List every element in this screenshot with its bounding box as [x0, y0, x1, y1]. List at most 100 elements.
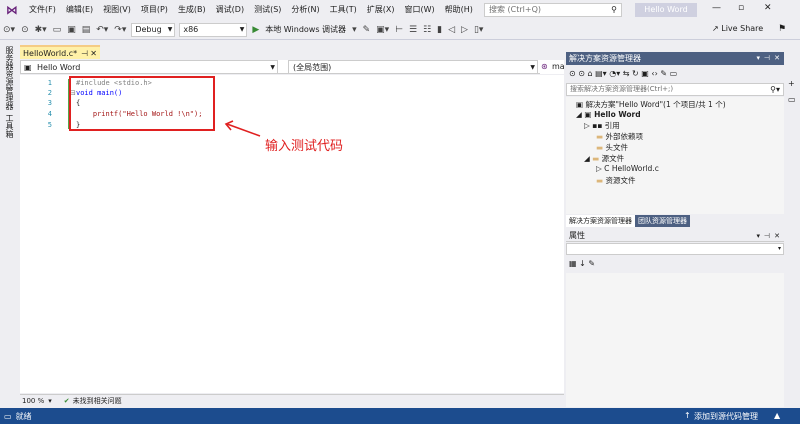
- member-dropdown[interactable]: ⊛ main: [540, 60, 564, 74]
- refresh-icon[interactable]: ↻: [632, 69, 639, 78]
- property-pages-icon[interactable]: ✎: [588, 259, 595, 268]
- code-icon[interactable]: ‹›: [651, 69, 657, 78]
- tree-item-solution[interactable]: ▣ 解决方案"Hello Word"(1 个项目/共 1 个): [576, 99, 726, 110]
- collapse-all-icon[interactable]: ▣: [641, 69, 649, 78]
- run-icon[interactable]: ▶: [249, 25, 262, 35]
- collapsed-icon: ▷: [584, 121, 590, 130]
- step-icon[interactable]: ⊢: [392, 25, 406, 35]
- menu-analyze[interactable]: 分析(N): [286, 4, 324, 15]
- menu-debug[interactable]: 调试(D): [211, 4, 249, 15]
- live-share-icon: ↗: [712, 24, 719, 33]
- save-icon[interactable]: ▣: [64, 25, 79, 35]
- pin-icon[interactable]: ⊣: [81, 47, 88, 61]
- server-explorer-tab[interactable]: 服务器资源管理器: [4, 46, 15, 110]
- menu-edit[interactable]: 编辑(E): [61, 4, 98, 15]
- menu-tools[interactable]: 工具(T): [325, 4, 362, 15]
- chevron-down-icon[interactable]: ▾: [44, 397, 52, 405]
- pin-icon[interactable]: ⊣: [761, 230, 770, 242]
- dropdown-icon[interactable]: ▾: [753, 52, 760, 65]
- tree-item-external-deps[interactable]: ▬ 外部依赖项: [596, 131, 643, 142]
- toolbox-tab[interactable]: 工具箱: [4, 114, 15, 138]
- tree-item-references[interactable]: ▷ ▪▪ 引用: [584, 120, 620, 131]
- feedback-icon[interactable]: ⚑: [778, 24, 786, 34]
- menu-project[interactable]: 项目(P): [136, 4, 173, 15]
- undo-icon[interactable]: ↶▾: [93, 25, 111, 35]
- tree-item-source-files[interactable]: ◢ ▬ 源文件: [584, 153, 624, 164]
- uncomment-icon[interactable]: ☷: [420, 25, 434, 35]
- hot-reload-icon[interactable]: ✎: [360, 25, 374, 35]
- camera-icon[interactable]: ▣▾: [373, 25, 392, 35]
- solution-search-input[interactable]: 搜索解决方案资源管理器(Ctrl+;) ⚲▾: [566, 83, 784, 96]
- menu-file[interactable]: 文件(F): [24, 4, 61, 15]
- forward-icon[interactable]: ⊙: [578, 69, 585, 78]
- zoom-level[interactable]: 100 %: [20, 397, 44, 405]
- status-icon: ▭: [4, 411, 12, 421]
- add-icon[interactable]: +: [788, 79, 795, 88]
- sync-icon[interactable]: ⇆: [623, 69, 630, 78]
- chevron-down-icon: ▼: [530, 64, 535, 71]
- close-icon[interactable]: ✕: [771, 52, 780, 65]
- menu-help[interactable]: 帮助(H): [440, 4, 478, 15]
- tree-item-header-files[interactable]: ▬ 头文件: [596, 142, 628, 153]
- new-project-icon[interactable]: ✱▾: [32, 25, 50, 35]
- comment-icon[interactable]: ☰: [406, 25, 420, 35]
- issues-status[interactable]: 未找到相关问题: [70, 396, 122, 406]
- back-icon[interactable]: ⊙▾: [0, 25, 18, 35]
- close-icon[interactable]: ✕: [764, 3, 772, 13]
- run-button[interactable]: 本地 Windows 调试器: [262, 24, 349, 35]
- project-dropdown[interactable]: ▣ Hello Word ▼: [20, 60, 278, 74]
- live-share-button[interactable]: ↗ Live Share: [712, 24, 763, 33]
- preview-icon[interactable]: ▭: [670, 69, 678, 78]
- menu-test[interactable]: 测试(S): [249, 4, 286, 15]
- search-input[interactable]: 搜索 (Ctrl+Q) ⚲: [484, 3, 622, 17]
- live-share-label: Live Share: [721, 24, 764, 33]
- dropdown-icon[interactable]: ▾: [753, 230, 760, 242]
- bookmark-icon[interactable]: ▮: [434, 25, 445, 35]
- scope-dropdown[interactable]: (全局范围) ▼: [288, 60, 538, 74]
- left-rail: 服务器资源管理器 工具箱: [0, 42, 19, 408]
- maximize-icon[interactable]: ▫: [738, 3, 744, 13]
- visual-studio-logo-icon[interactable]: ⋈: [0, 0, 24, 19]
- save-all-icon[interactable]: ▤: [79, 25, 94, 35]
- pending-changes-icon[interactable]: ◔▾: [609, 69, 620, 78]
- home-icon[interactable]: ⌂: [588, 69, 593, 78]
- bookmark-next-icon[interactable]: ▷: [458, 25, 471, 35]
- panel-icon[interactable]: ▭: [788, 95, 796, 104]
- tree-item-project[interactable]: ◢ ▣ Hello Word: [576, 110, 641, 119]
- forward-icon[interactable]: ⊙: [18, 25, 32, 35]
- tree-item-helloworld-c[interactable]: ▷ C HelloWorld.c: [596, 164, 659, 173]
- c-file-icon: C: [604, 164, 610, 173]
- pin-icon[interactable]: ⊣: [761, 52, 770, 65]
- run-dropdown-icon[interactable]: ▾: [349, 25, 360, 35]
- open-icon[interactable]: ▭: [50, 25, 65, 35]
- properties-object-dropdown[interactable]: ▾: [566, 243, 784, 255]
- close-icon[interactable]: ✕: [771, 230, 780, 242]
- menu-window[interactable]: 窗口(W): [400, 4, 440, 15]
- tree-item-resource-files[interactable]: ▬ 资源文件: [596, 175, 635, 186]
- menu-build[interactable]: 生成(B): [173, 4, 211, 15]
- switch-views-icon[interactable]: ▤▾: [595, 69, 607, 78]
- menu-view[interactable]: 视图(V): [98, 4, 136, 15]
- document-tab[interactable]: HelloWorld.c* ⊣ ✕: [20, 45, 100, 59]
- close-tab-icon[interactable]: ✕: [90, 47, 97, 61]
- minimize-icon[interactable]: —: [712, 3, 721, 13]
- solution-icon: ▣: [576, 100, 584, 109]
- function-icon: ⊛: [541, 62, 548, 71]
- redo-icon[interactable]: ↷▾: [111, 25, 129, 35]
- notification-icon[interactable]: ▲: [770, 411, 780, 420]
- categorized-icon[interactable]: ▦: [569, 259, 577, 268]
- bookmark-prev-icon[interactable]: ◁: [445, 25, 458, 35]
- annotation-arrow-icon: [224, 120, 261, 137]
- wrench-icon[interactable]: ✎: [660, 69, 667, 78]
- source-control-button[interactable]: 添加到源代码管理: [690, 411, 758, 422]
- alphabetical-icon[interactable]: ↓: [579, 259, 586, 268]
- chevron-down-icon: ▼: [270, 64, 275, 71]
- check-icon: ✔: [63, 396, 70, 405]
- tab-team-explorer[interactable]: 团队资源管理器: [635, 215, 690, 227]
- back-icon[interactable]: ⊙: [569, 69, 576, 78]
- platform-dropdown[interactable]: x86 ▼: [179, 22, 248, 37]
- bookmark-clear-icon[interactable]: ▯▾: [471, 25, 486, 35]
- menu-extensions[interactable]: 扩展(X): [362, 4, 400, 15]
- config-dropdown[interactable]: Debug ▼: [131, 22, 176, 37]
- tab-solution-explorer[interactable]: 解决方案资源管理器: [566, 215, 635, 227]
